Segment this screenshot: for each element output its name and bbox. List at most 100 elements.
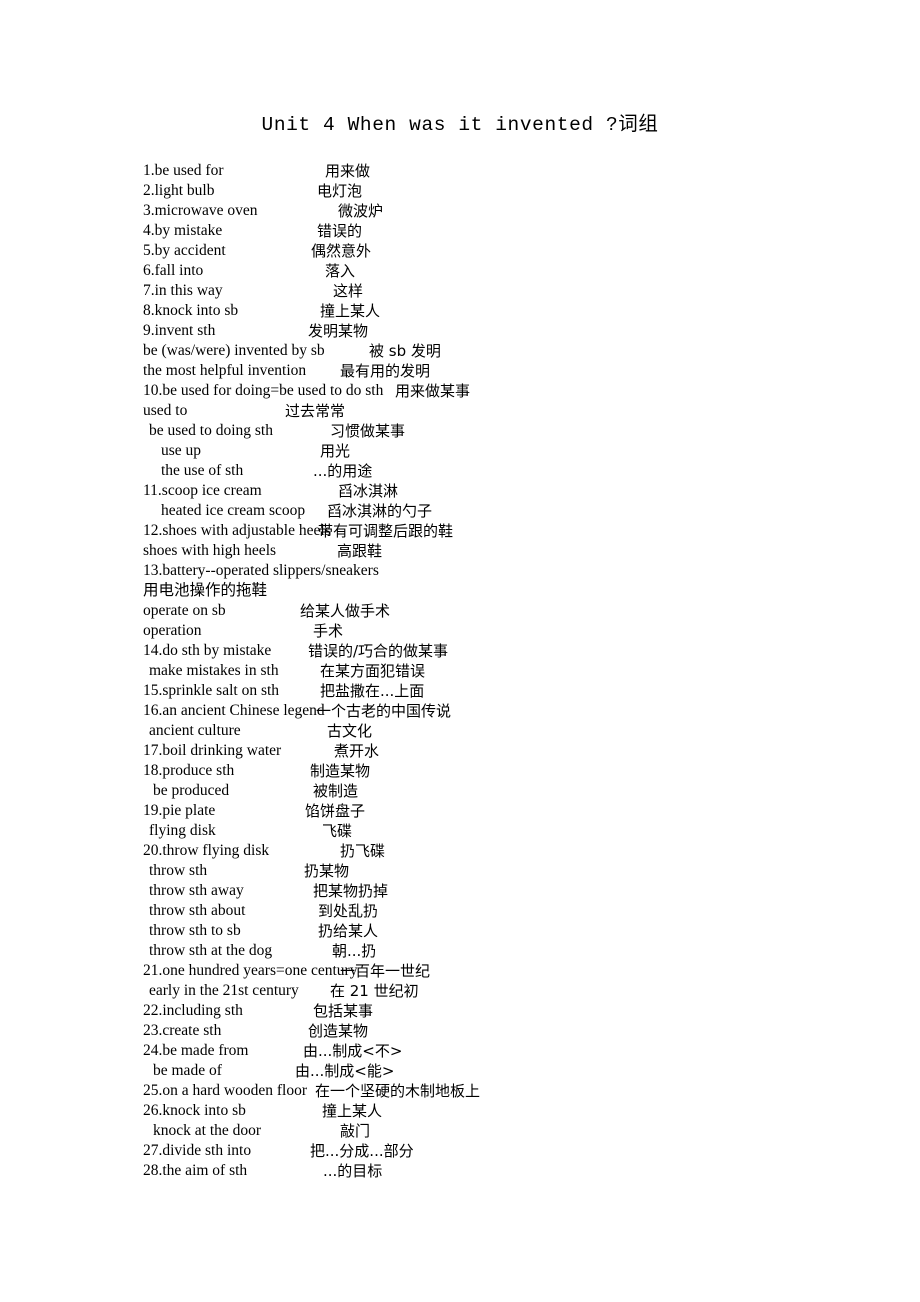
phrase-line: 14.do sth by mistake 错误的/巧合的做某事	[143, 641, 903, 661]
phrase-line: the most helpful invention 最有用的发明	[143, 361, 903, 381]
phrase-line: 6.fall into 落入	[143, 261, 903, 281]
phrase-english: operation	[143, 622, 202, 639]
phrase-english: 4.by mistake	[143, 222, 223, 239]
page-title: Unit 4 When was it invented ?词组	[261, 114, 659, 136]
phrase-chinese: 用来做某事	[395, 382, 471, 400]
phrase-english: operate on sb	[143, 602, 226, 619]
document-page: Unit 4 When was it invented ?词组 1.be use…	[0, 0, 920, 1302]
phrase-chinese: 被制造	[313, 782, 359, 800]
phrase-line: 15.sprinkle salt on sth 把盐撒在...上面	[143, 681, 903, 701]
phrase-english: 22.including sth	[143, 1002, 243, 1019]
phrase-line: 1.be used for 用来做	[143, 161, 903, 181]
phrase-english: 8.knock into sb	[143, 302, 239, 319]
phrase-chinese: 到处乱扔	[318, 902, 379, 920]
phrase-chinese: 带有可调整后跟的鞋	[318, 522, 454, 540]
phrase-line: 19.pie plate 馅饼盘子	[143, 801, 903, 821]
phrase-chinese: 给某人做手术	[300, 602, 391, 620]
phrase-line: throw sth away 把某物扔掉	[143, 881, 903, 901]
phrase-english: 17.boil drinking water	[143, 742, 282, 759]
phrase-chinese: 偶然意外	[311, 242, 372, 260]
phrase-english: throw sth	[149, 862, 208, 879]
phrase-chinese: 一个古老的中国传说	[316, 702, 452, 720]
phrase-line: 8.knock into sb 撞上某人	[143, 301, 903, 321]
phrase-chinese: 舀冰淇淋的勺子	[327, 502, 433, 520]
phrase-english: 5.by accident	[143, 242, 226, 259]
phrase-english: the use of sth	[161, 462, 244, 479]
phrase-line: 16.an ancient Chinese legend 一个古老的中国传说	[143, 701, 903, 721]
phrase-english: 13.battery--operated slippers/sneakers	[143, 562, 379, 579]
phrase-line: 27.divide sth into 把...分成...部分	[143, 1141, 903, 1161]
phrase-english: 23.create sth	[143, 1022, 222, 1039]
phrase-english: 用电池操作的拖鞋	[143, 582, 268, 599]
phrase-line: make mistakes in sth 在某方面犯错误	[143, 661, 903, 681]
phrase-chinese: ...的目标	[323, 1162, 383, 1180]
phrase-english: 7.in this way	[143, 282, 223, 299]
phrase-english: flying disk	[149, 822, 216, 839]
phrase-line: used to 过去常常	[143, 401, 903, 421]
phrase-english: 25.on a hard wooden floor	[143, 1082, 307, 1099]
phrase-line: operate on sb 给某人做手术	[143, 601, 903, 621]
phrase-english: 15.sprinkle salt on sth	[143, 682, 280, 699]
phrase-chinese: 在一个坚硬的木制地板上	[315, 1082, 481, 1100]
phrase-chinese: 朝...扔	[332, 942, 377, 960]
phrase-chinese: 创造某物	[308, 1022, 369, 1040]
phrase-english: 10.be used for doing=be used to do sth	[143, 382, 384, 399]
phrase-chinese: 扔飞碟	[340, 842, 386, 860]
phrase-line: knock at the door 敲门	[143, 1121, 903, 1141]
phrase-line: 22.including sth 包括某事	[143, 1001, 903, 1021]
phrase-english: shoes with high heels	[143, 542, 277, 559]
phrase-chinese: 把某物扔掉	[313, 882, 389, 900]
phrase-line: shoes with high heels 高跟鞋	[143, 541, 903, 561]
phrase-english: knock at the door	[153, 1122, 262, 1139]
phrase-line: throw sth about 到处乱扔	[143, 901, 903, 921]
phrase-line: operation 手术	[143, 621, 903, 641]
phrase-line: 20.throw flying disk 扔飞碟	[143, 841, 903, 861]
phrase-english: 24.be made from	[143, 1042, 249, 1059]
phrase-line: heated ice cream scoop 舀冰淇淋的勺子	[143, 501, 903, 521]
phrase-chinese: 高跟鞋	[337, 542, 383, 560]
phrase-english: the most helpful invention	[143, 362, 307, 379]
phrase-english: 12.shoes with adjustable heels	[143, 522, 331, 539]
phrase-line: 17.boil drinking water 煮开水	[143, 741, 903, 761]
phrase-chinese: 扔给某人	[318, 922, 379, 940]
phrase-chinese: ...的用途	[313, 462, 373, 480]
phrase-chinese: 包括某事	[313, 1002, 374, 1020]
phrase-chinese: 用光	[320, 442, 351, 460]
phrase-english: 6.fall into	[143, 262, 204, 279]
phrase-chinese: 落入	[325, 262, 356, 280]
phrase-line: throw sth 扔某物	[143, 861, 903, 881]
phrase-english: be made of	[153, 1062, 222, 1079]
phrase-line: early in the 21st century 在 21 世纪初	[143, 981, 903, 1001]
phrase-english: 11.scoop ice cream	[143, 482, 262, 499]
phrase-english: 28.the aim of sth	[143, 1162, 248, 1179]
phrase-chinese: 用来做	[325, 162, 371, 180]
phrase-english: 3.microwave oven	[143, 202, 258, 219]
phrase-chinese: 飞碟	[322, 822, 353, 840]
phrase-english: 27.divide sth into	[143, 1142, 252, 1159]
phrase-line: throw sth at the dog 朝...扔	[143, 941, 903, 961]
phrase-chinese: 手术	[313, 622, 344, 640]
phrase-english: ancient culture	[149, 722, 241, 739]
phrase-english: throw sth at the dog	[149, 942, 273, 959]
phrase-english: make mistakes in sth	[149, 662, 279, 679]
phrase-line: 26.knock into sb 撞上某人	[143, 1101, 903, 1121]
phrase-line: 13.battery--operated slippers/sneakers	[143, 561, 903, 581]
phrase-line: 用电池操作的拖鞋	[143, 581, 903, 601]
phrase-english: heated ice cream scoop	[161, 502, 306, 519]
phrase-english: throw sth to sb	[149, 922, 241, 939]
phrase-chinese: 在 21 世纪初	[330, 982, 419, 1000]
phrase-english: early in the 21st century	[149, 982, 299, 999]
phrase-chinese: 由...制成<不>	[303, 1042, 403, 1060]
phrase-english: used to	[143, 402, 188, 419]
phrase-line: 12.shoes with adjustable heels 带有可调整后跟的鞋	[143, 521, 903, 541]
phrase-english: 18.produce sth	[143, 762, 235, 779]
phrase-line: be used to doing sth 习惯做某事	[143, 421, 903, 441]
phrase-line: be (was/were) invented by sb 被 sb 发明	[143, 341, 903, 361]
phrase-line: 21.one hundred years=one century 一百年一世纪	[143, 961, 903, 981]
phrase-chinese: 由...制成<能>	[295, 1062, 395, 1080]
phrase-chinese: 古文化	[327, 722, 373, 740]
phrase-line: ancient culture 古文化	[143, 721, 903, 741]
phrase-chinese: 发明某物	[308, 322, 369, 340]
phrase-list: 1.be used for 用来做 2.light bulb 电灯泡 3.microwa…	[143, 161, 903, 1181]
phrase-line: flying disk 飞碟	[143, 821, 903, 841]
